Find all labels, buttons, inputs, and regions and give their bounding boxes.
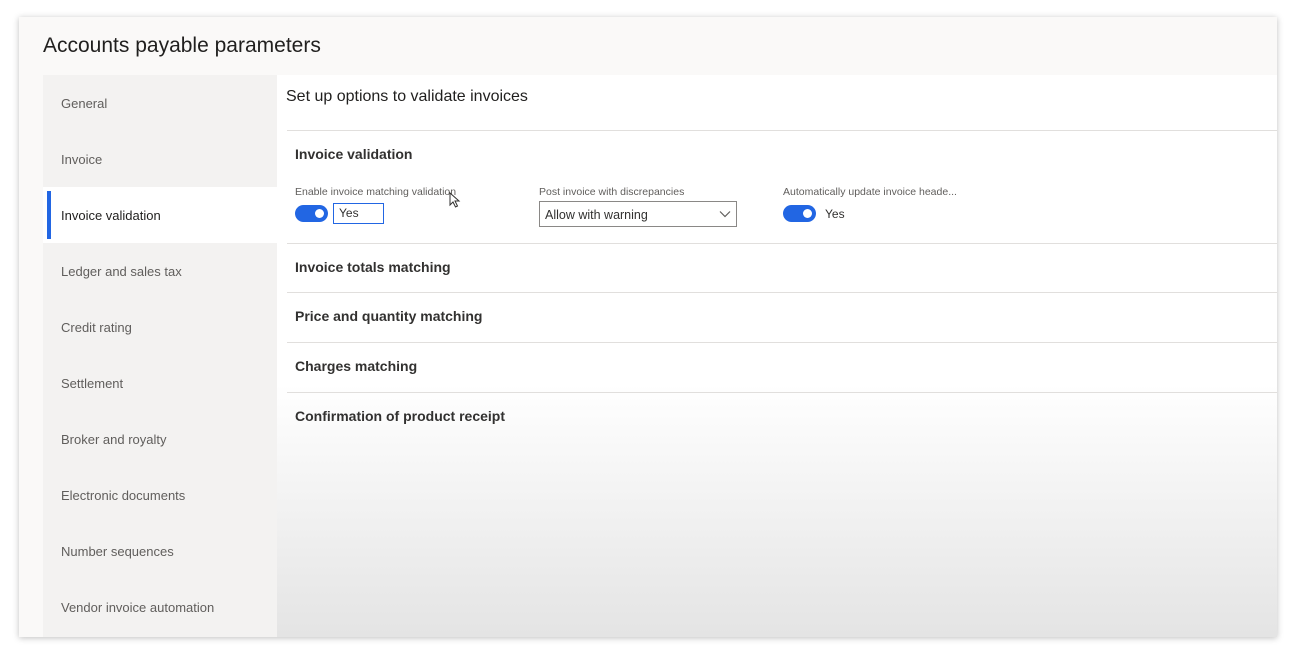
toggle-knob bbox=[315, 209, 324, 218]
divider bbox=[287, 130, 1277, 131]
post-discrepancies-label: Post invoice with discrepancies bbox=[539, 186, 685, 198]
enable-matching-label: Enable invoice matching validation bbox=[295, 186, 457, 198]
post-discrepancies-value: Allow with warning bbox=[545, 208, 648, 222]
divider bbox=[287, 292, 1277, 293]
auto-update-header-label: Automatically update invoice heade... bbox=[783, 186, 957, 198]
auto-update-header-toggle[interactable] bbox=[783, 205, 816, 222]
nav-item-ledger-and-sales-tax[interactable]: Ledger and sales tax bbox=[43, 243, 277, 299]
mouse-cursor-icon bbox=[449, 192, 461, 208]
nav-item-number-sequences[interactable]: Number sequences bbox=[43, 523, 277, 579]
section-header-confirmation-of-product-receipt[interactable]: Confirmation of product receipt bbox=[295, 408, 505, 424]
enable-matching-toggle[interactable] bbox=[295, 205, 328, 222]
divider bbox=[287, 342, 1277, 343]
section-header-charges-matching[interactable]: Charges matching bbox=[295, 358, 417, 374]
content-title: Set up options to validate invoices bbox=[286, 88, 528, 105]
nav-item-electronic-documents[interactable]: Electronic documents bbox=[43, 467, 277, 523]
content-pane: Set up options to validate invoices Invo… bbox=[277, 75, 1277, 637]
toggle-knob bbox=[803, 209, 812, 218]
enable-matching-value[interactable]: Yes bbox=[333, 203, 384, 224]
nav-item-credit-rating[interactable]: Credit rating bbox=[43, 299, 277, 355]
app-window: Accounts payable parameters General Invo… bbox=[19, 17, 1277, 637]
page-title: Accounts payable parameters bbox=[43, 34, 321, 57]
nav-item-invoice-validation[interactable]: Invoice validation bbox=[43, 187, 277, 243]
post-discrepancies-select[interactable]: Allow with warning bbox=[539, 201, 737, 227]
nav-item-general[interactable]: General bbox=[43, 75, 277, 131]
nav-item-invoice[interactable]: Invoice bbox=[43, 131, 277, 187]
nav-item-settlement[interactable]: Settlement bbox=[43, 355, 277, 411]
sidebar-nav: General Invoice Invoice validation Ledge… bbox=[43, 75, 277, 637]
nav-item-vendor-invoice-automation[interactable]: Vendor invoice automation bbox=[43, 579, 277, 635]
auto-update-header-value: Yes bbox=[825, 207, 845, 221]
divider bbox=[287, 243, 1277, 244]
nav-item-broker-and-royalty[interactable]: Broker and royalty bbox=[43, 411, 277, 467]
section-header-invoice-validation[interactable]: Invoice validation bbox=[295, 146, 412, 162]
divider bbox=[287, 392, 1277, 393]
section-header-invoice-totals-matching[interactable]: Invoice totals matching bbox=[295, 259, 451, 275]
section-header-price-and-quantity-matching[interactable]: Price and quantity matching bbox=[295, 308, 482, 324]
chevron-down-icon bbox=[719, 211, 731, 218]
